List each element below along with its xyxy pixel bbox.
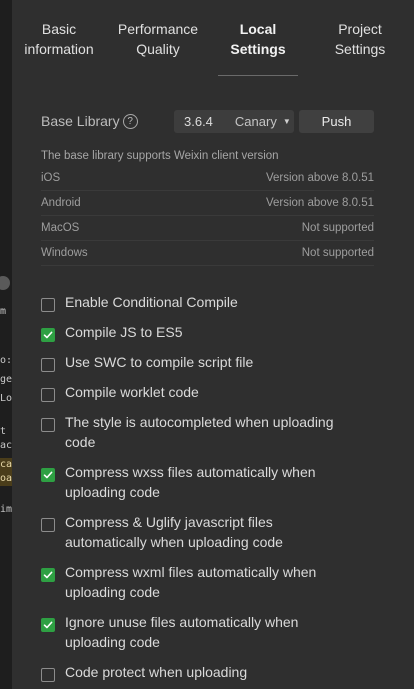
code-fragment: ca	[0, 458, 12, 472]
code-fragment: ge	[0, 374, 12, 385]
tab-project-settings[interactable]: Project Settings	[306, 0, 414, 78]
option-label: Ignore unuse files automatically when up…	[65, 614, 299, 650]
push-button[interactable]: Push	[299, 110, 374, 133]
settings-window: m o: ge Lo t ac ca oa im Basic informatio…	[0, 0, 414, 689]
option-label: The style is autocompleted when uploadin…	[65, 414, 334, 450]
channel-value: Canary	[234, 114, 277, 129]
option-label: Enable Conditional Compile	[65, 294, 238, 310]
settings-panel: Basic information Performance Quality Loca…	[12, 0, 414, 689]
checkbox[interactable]	[41, 358, 55, 372]
checkbox[interactable]	[41, 668, 55, 682]
code-fragment: oa	[0, 472, 12, 486]
os-name: MacOS	[41, 222, 80, 234]
checkmark-icon	[43, 471, 53, 479]
tab-label-line: Performance	[117, 21, 199, 37]
os-name: Windows	[41, 247, 88, 259]
background-editor-strip: m o: ge Lo t ac ca oa im	[0, 0, 12, 689]
tab-performance-quality[interactable]: Performance Quality	[106, 0, 210, 78]
tab-label-line: Quality	[136, 41, 180, 57]
tab-label-line: Settings	[230, 41, 286, 57]
code-fragment: Lo	[0, 393, 12, 404]
support-row-macos: MacOS Not supported	[41, 216, 374, 241]
option-compress-wxss[interactable]: Compress wxss files automatically when u…	[41, 462, 361, 502]
settings-tabs: Basic information Performance Quality Loca…	[12, 0, 414, 78]
os-name: iOS	[41, 172, 61, 184]
checkbox[interactable]	[41, 418, 55, 432]
option-compile-worklet[interactable]: Compile worklet code	[41, 382, 361, 402]
checkbox[interactable]	[41, 328, 55, 342]
checkmark-icon	[43, 331, 53, 339]
os-support-value: Version above 8.0.51	[265, 172, 374, 184]
checkmark-icon	[43, 621, 53, 629]
code-fragment: o:	[0, 355, 12, 366]
tab-label-line: Project	[338, 21, 382, 37]
checkbox[interactable]	[41, 388, 55, 402]
code-fragment: im	[0, 504, 12, 515]
tab-label-line: Settings	[334, 41, 386, 57]
code-fragment: ac	[0, 440, 12, 451]
option-code-protect[interactable]: Code protect when uploading	[41, 662, 361, 682]
option-label: Compress wxss files automatically when u…	[65, 464, 316, 500]
base-library-version-select[interactable]: 3.6.4 Canary ▼	[174, 110, 294, 133]
os-name: Android	[41, 197, 81, 209]
tab-basic-information[interactable]: Basic information	[12, 0, 106, 78]
checkbox[interactable]	[41, 568, 55, 582]
code-fragment: t	[0, 426, 7, 437]
checkbox[interactable]	[41, 518, 55, 532]
tab-local-settings[interactable]: Local Settings	[210, 0, 306, 78]
option-enable-conditional-compile[interactable]: Enable Conditional Compile	[41, 292, 361, 312]
support-row-android: Android Version above 8.0.51	[41, 191, 374, 216]
option-compress-wxml[interactable]: Compress wxml files automatically when u…	[41, 562, 361, 602]
checkbox[interactable]	[41, 298, 55, 312]
base-library-label-text: Base Library	[41, 113, 120, 129]
code-fragment: m	[0, 306, 7, 317]
caret-down-icon: ▼	[282, 117, 291, 126]
checkmark-icon	[43, 571, 53, 579]
checkbox[interactable]	[41, 618, 55, 632]
option-style-autocomplete[interactable]: The style is autocompleted when uploadin…	[41, 412, 361, 452]
client-support-table: iOS Version above 8.0.51 Android Version…	[41, 166, 374, 266]
os-support-value: Version above 8.0.51	[265, 197, 374, 209]
base-library-label: Base Library ?	[41, 113, 138, 129]
option-use-swc[interactable]: Use SWC to compile script file	[41, 352, 361, 372]
option-uglify-js[interactable]: Compress & Uglify javascript files autom…	[41, 512, 361, 552]
option-label: Code protect when uploading	[65, 664, 248, 680]
support-row-windows: Windows Not supported	[41, 241, 374, 266]
support-row-ios: iOS Version above 8.0.51	[41, 166, 374, 191]
option-ignore-unused-files[interactable]: Ignore unuse files automatically when up…	[41, 612, 361, 652]
option-label: Compress wxml files automatically when u…	[65, 564, 317, 600]
help-icon[interactable]: ?	[122, 113, 138, 129]
os-support-value: Not supported	[301, 222, 374, 234]
version-value: 3.6.4	[184, 114, 213, 129]
option-label: Compile worklet code	[65, 384, 199, 400]
option-label: Use SWC to compile script file	[65, 354, 254, 370]
collapse-handle[interactable]	[0, 276, 10, 290]
base-library-row: Base Library ? 3.6.4 Canary ▼ Push	[41, 110, 381, 134]
option-label: Compile JS to ES5	[65, 324, 183, 340]
option-compile-js-es5[interactable]: Compile JS to ES5	[41, 322, 361, 342]
tab-label-line: information	[24, 41, 94, 57]
checkbox[interactable]	[41, 468, 55, 482]
os-support-value: Not supported	[301, 247, 374, 259]
tab-label-line: Local	[239, 21, 277, 37]
option-label: Compress & Uglify javascript files autom…	[65, 514, 283, 550]
support-note: The base library supports Weixin client …	[41, 150, 279, 162]
tab-label-line: Basic	[41, 21, 77, 37]
